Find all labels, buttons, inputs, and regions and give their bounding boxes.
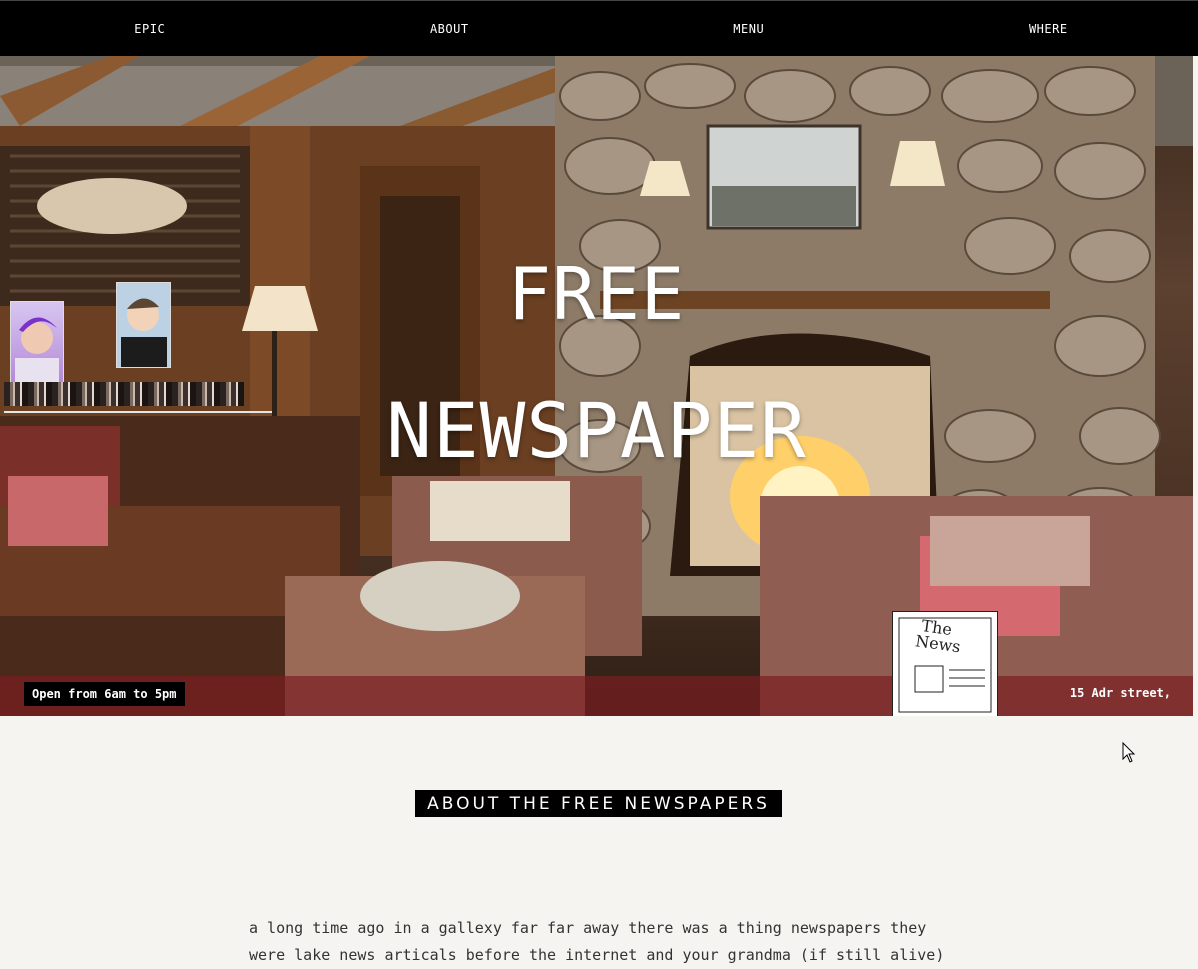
open-hours-badge: Open from 6am to 5pm <box>24 682 185 706</box>
nav-where[interactable]: WHERE <box>899 1 1198 56</box>
mouse-cursor-icon <box>1122 742 1136 768</box>
hero-title-line1: FREE <box>0 252 1193 336</box>
address-text: 15 Adr street, <box>1070 686 1171 700</box>
nav-about[interactable]: ABOUT <box>300 1 600 56</box>
about-heading: ABOUT THE FREE NEWSPAPERS <box>415 790 782 817</box>
nav-menu[interactable]: MENU <box>599 1 899 56</box>
news-sketch-image: The News <box>892 611 998 716</box>
hero-banner: FREE NEWSPAPER The News Open from 6am to… <box>0 56 1193 716</box>
hero-title-line2: NEWSPAPER <box>0 386 1193 475</box>
top-navigation: EPIC ABOUT MENU WHERE <box>0 0 1198 56</box>
nav-epic[interactable]: EPIC <box>0 1 300 56</box>
about-body: a long time ago in a gallexy far far awa… <box>249 915 949 969</box>
svg-text:News: News <box>914 631 962 656</box>
